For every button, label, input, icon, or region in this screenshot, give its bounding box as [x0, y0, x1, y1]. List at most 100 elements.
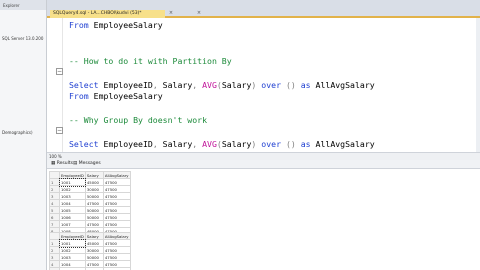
table-cell[interactable]: 1003 [59, 253, 86, 261]
row-number[interactable]: 4 [49, 260, 60, 268]
code-line[interactable]: -- Why Group By doesn't work [69, 115, 207, 125]
table-cell[interactable]: 1001 [58, 177, 87, 187]
collapse-icon[interactable]: − [56, 68, 63, 75]
table-cell[interactable]: 1002 [59, 185, 86, 193]
code-token: over [261, 139, 286, 149]
table-cell[interactable]: 47500 [102, 185, 131, 193]
table-cell[interactable]: 47500 [102, 253, 131, 261]
code-line[interactable]: From EmployeeSalary [69, 91, 163, 101]
column-header[interactable]: Salary [84, 232, 104, 240]
column-header[interactable]: EmployeeID [59, 171, 86, 179]
grid-corner[interactable] [49, 232, 60, 240]
code-token: ) [251, 139, 262, 149]
table-row[interactable]: 6 1006 50000 47500 [49, 213, 131, 221]
table-cell[interactable]: 1004 [59, 199, 86, 207]
column-header[interactable]: EmployeeID [59, 232, 86, 240]
row-number[interactable]: 7 [49, 220, 60, 228]
table-cell[interactable]: 30000 [84, 185, 104, 193]
table-cell[interactable]: 47500 [102, 206, 131, 214]
code-token: AVG [202, 139, 217, 149]
row-number[interactable]: 3 [49, 192, 60, 200]
code-line[interactable]: Select EmployeeID, Salary, AVG(Salary) o… [69, 139, 375, 149]
code-token: Salary [162, 139, 193, 149]
editor-scrollbar[interactable] [476, 18, 480, 152]
table-row[interactable]: 2 1002 30000 47500 [49, 185, 131, 193]
table-row[interactable]: 1 1001 45000 47500 [49, 238, 131, 248]
code-token: EmployeeID [103, 139, 153, 149]
table-cell[interactable]: 1001 [58, 238, 87, 248]
table-cell[interactable]: 47500 [84, 220, 104, 228]
row-number[interactable]: 2 [49, 185, 60, 193]
table-row[interactable]: 1 1001 45000 47500 [49, 177, 131, 187]
table-cell[interactable]: 45000 [84, 178, 104, 186]
column-header[interactable]: Salary [84, 171, 104, 179]
code-token: EmployeeSalary [93, 20, 163, 30]
results-grid-1[interactable]: EmployeeID Salary AllAvgSalary 1 1001 45000 47… [49, 171, 131, 235]
table-cell[interactable]: 45000 [84, 239, 104, 247]
table-cell[interactable]: 47500 [102, 213, 131, 221]
table-cell[interactable]: 50000 [84, 253, 104, 261]
grid-corner[interactable] [49, 171, 60, 179]
code-token: , [152, 79, 163, 90]
zoom-level[interactable]: 100 % [49, 154, 62, 159]
table-cell[interactable]: 47500 [102, 178, 131, 186]
row-number[interactable]: 3 [49, 253, 60, 261]
column-header[interactable]: AllAvgSalary [102, 171, 131, 179]
row-number[interactable]: 4 [49, 199, 60, 207]
row-number[interactable]: 5 [49, 206, 60, 214]
pin-icon[interactable]: × [167, 10, 175, 18]
table-row[interactable]: 4 1004 47500 47500 [49, 260, 131, 268]
table-cell[interactable]: 50000 [84, 192, 104, 200]
table-cell[interactable]: 47500 [102, 220, 131, 228]
table-row[interactable]: 510055000047500 [49, 206, 131, 214]
query-editor[interactable]: − − From EmployeeSalary -- How to do it w… [47, 18, 480, 152]
explorer-server-node[interactable]: SQL Server 13.0.200 [2, 36, 43, 41]
results-tab-bar: ▦ Results ▤ Messages [47, 160, 480, 169]
table-cell[interactable]: 1006 [59, 213, 86, 221]
column-header[interactable]: AllAvgSalary [102, 232, 131, 240]
tab-sqlquery4[interactable]: SQLQuery4.sql - LA...CHBOl\kudvi (53)* [50, 10, 165, 18]
table-cell[interactable]: 50000 [84, 206, 104, 214]
row-number[interactable]: 1 [49, 178, 60, 186]
collapse-icon[interactable]: − [56, 127, 63, 134]
table-cell[interactable]: 1003 [59, 192, 86, 200]
table-cell[interactable]: 47500 [102, 260, 131, 268]
object-explorer: Explorer SQL Server 13.0.200 Demographic… [0, 0, 47, 270]
row-number[interactable]: 2 [49, 246, 60, 254]
code-token: Select [69, 139, 104, 149]
table-row[interactable]: 7 1007 47500 47500 [49, 220, 131, 228]
tab-messages-label: Messages [78, 161, 101, 166]
table-cell[interactable]: 47500 [84, 199, 104, 207]
code-line[interactable]: From EmployeeSalary [69, 20, 163, 30]
explorer-table-node[interactable]: Demographics) [2, 130, 33, 135]
table-cell[interactable]: 50000 [84, 213, 104, 221]
row-number[interactable]: 6 [49, 213, 60, 221]
results-grid-2[interactable]: EmployeeID Salary AllAvgSalary 1 1001 45000 47… [49, 232, 131, 270]
table-cell[interactable]: 47500 [102, 192, 131, 200]
code-token: , [192, 139, 203, 149]
code-token: () [285, 79, 301, 90]
editor-gutter: − − [47, 18, 63, 152]
close-tab-icon[interactable]: × [195, 10, 203, 18]
code-token: From [69, 20, 94, 30]
table-row[interactable]: 3 1003 50000 47500 [49, 253, 131, 261]
table-row[interactable]: 3 1003 50000 47500 [49, 192, 131, 200]
tab-results[interactable]: ▦ Results [51, 161, 73, 166]
code-token: From [69, 91, 94, 102]
table-cell[interactable]: 30000 [84, 246, 104, 254]
table-cell[interactable]: 1005 [59, 206, 86, 214]
code-line[interactable]: -- How to do it with Partition By [69, 56, 232, 66]
code-token: AVG [202, 79, 217, 90]
table-cell[interactable]: 1002 [59, 246, 86, 254]
table-cell[interactable]: 47500 [102, 239, 131, 247]
table-row[interactable]: 4 1004 47500 47500 [49, 199, 131, 207]
table-cell[interactable]: 1007 [59, 220, 86, 228]
code-line[interactable]: Select EmployeeID, Salary, AVG(Salary) o… [69, 80, 375, 90]
table-cell[interactable]: 1004 [59, 260, 86, 268]
tab-messages[interactable]: ▤ Messages [73, 161, 101, 166]
table-cell[interactable]: 47500 [84, 260, 104, 268]
table-row[interactable]: 2 1002 30000 47500 [49, 246, 131, 254]
table-cell[interactable]: 47500 [102, 199, 131, 207]
row-number[interactable]: 1 [49, 239, 60, 247]
table-cell[interactable]: 47500 [102, 246, 131, 254]
